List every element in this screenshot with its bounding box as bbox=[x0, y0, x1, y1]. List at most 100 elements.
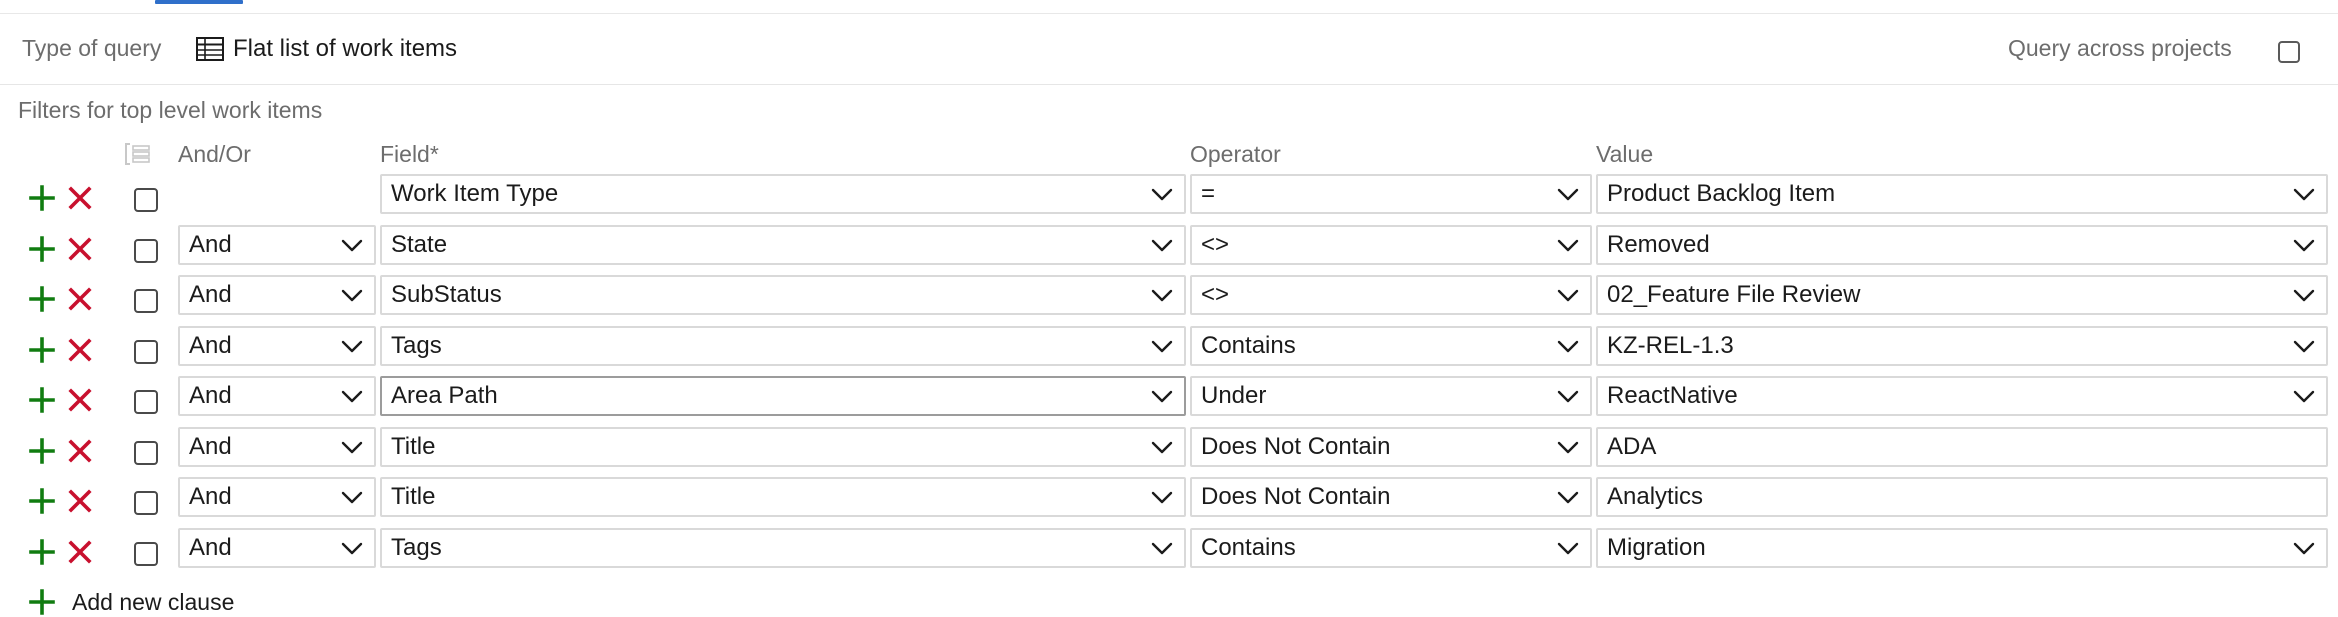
delete-clause-icon[interactable] bbox=[66, 487, 94, 515]
and-or-select[interactable]: And bbox=[178, 275, 376, 315]
value-select[interactable]: KZ-REL-1.3 bbox=[1596, 325, 2328, 366]
add-new-clause-button[interactable]: Add new clause bbox=[28, 587, 234, 617]
add-clause-icon[interactable] bbox=[28, 386, 56, 414]
operator-select[interactable]: Contains bbox=[1190, 325, 1592, 366]
field-select[interactable]: Title bbox=[380, 477, 1186, 517]
clause-row: And Tags Contains Migration bbox=[0, 527, 2338, 578]
field-value: Tags bbox=[391, 533, 442, 561]
operator-select[interactable]: Does Not Contain bbox=[1190, 426, 1592, 467]
delete-clause-icon[interactable] bbox=[66, 184, 94, 212]
clause-row: And Title Does Not Contain ADA bbox=[0, 426, 2338, 477]
and-or-value: And bbox=[189, 432, 232, 460]
operator-select[interactable]: <> bbox=[1190, 275, 1592, 315]
value-select[interactable]: 02_Feature File Review bbox=[1596, 275, 2328, 315]
clause-checkbox[interactable] bbox=[134, 541, 158, 566]
delete-clause-icon[interactable] bbox=[66, 285, 94, 313]
operator-select[interactable]: Under bbox=[1190, 376, 1592, 416]
chevron-down-icon bbox=[341, 542, 363, 554]
delete-clause-icon[interactable] bbox=[66, 235, 94, 263]
value-input[interactable]: Analytics bbox=[1596, 477, 2328, 517]
value-input[interactable]: ADA bbox=[1596, 426, 2328, 467]
field-select[interactable]: Work Item Type bbox=[380, 174, 1186, 214]
chevron-down-icon bbox=[341, 441, 363, 453]
and-or-select[interactable]: And bbox=[178, 426, 376, 467]
value-select[interactable]: Removed bbox=[1596, 224, 2328, 265]
add-clause-icon[interactable] bbox=[28, 437, 56, 465]
chevron-down-icon bbox=[2293, 239, 2315, 251]
field-select[interactable]: Tags bbox=[380, 325, 1186, 366]
operator-select[interactable]: = bbox=[1190, 174, 1592, 214]
operator-select[interactable]: Does Not Contain bbox=[1190, 477, 1592, 517]
table-grid-icon bbox=[196, 37, 224, 61]
and-or-value: And bbox=[189, 533, 232, 561]
field-value: Tags bbox=[391, 331, 442, 359]
add-clause-icon[interactable] bbox=[28, 336, 56, 364]
chevron-down-icon bbox=[1557, 289, 1579, 302]
clause-checkbox[interactable] bbox=[134, 491, 158, 515]
clause-checkbox[interactable] bbox=[134, 440, 158, 465]
query-across-projects-checkbox[interactable] bbox=[2278, 41, 2300, 63]
field-value: State bbox=[391, 230, 448, 258]
query-type-dropdown[interactable]: Flat list of work items bbox=[195, 33, 457, 65]
chevron-down-icon bbox=[2293, 542, 2315, 554]
value-select[interactable]: Product Backlog Item bbox=[1596, 174, 2328, 214]
field-select[interactable]: State bbox=[380, 224, 1186, 265]
operator-value: Under bbox=[1201, 382, 1267, 409]
field-select[interactable]: SubStatus bbox=[380, 275, 1186, 315]
add-clause-icon[interactable] bbox=[28, 285, 56, 313]
value-select[interactable]: ReactNative bbox=[1596, 376, 2328, 416]
and-or-select[interactable]: And bbox=[178, 527, 376, 568]
operator-select[interactable]: Contains bbox=[1190, 527, 1592, 568]
operator-select[interactable]: <> bbox=[1190, 224, 1592, 265]
operator-value: <> bbox=[1201, 281, 1230, 308]
clause-checkbox[interactable] bbox=[134, 238, 158, 263]
field-value: Title bbox=[391, 483, 436, 510]
clause-checkbox[interactable] bbox=[134, 289, 158, 313]
value-text: Migration bbox=[1607, 533, 1706, 561]
operator-value: Does Not Contain bbox=[1201, 432, 1391, 460]
active-tab-indicator bbox=[155, 0, 243, 4]
chevron-down-icon bbox=[2293, 188, 2315, 201]
chevron-down-icon bbox=[1151, 390, 1173, 403]
add-clause-icon[interactable] bbox=[28, 487, 56, 515]
field-select[interactable]: Title bbox=[380, 426, 1186, 467]
add-clause-icon[interactable] bbox=[28, 184, 56, 212]
operator-value: = bbox=[1201, 180, 1216, 207]
field-value: Title bbox=[391, 432, 436, 460]
delete-clause-icon[interactable] bbox=[66, 538, 94, 566]
add-clause-icon[interactable] bbox=[28, 235, 56, 263]
delete-clause-icon[interactable] bbox=[66, 336, 94, 364]
clause-checkbox[interactable] bbox=[134, 188, 158, 212]
chevron-down-icon bbox=[1557, 188, 1579, 201]
chevron-down-icon bbox=[341, 491, 363, 504]
and-or-value: And bbox=[189, 331, 232, 359]
value-column-header: Value bbox=[1596, 141, 1654, 167]
delete-clause-icon[interactable] bbox=[66, 386, 94, 414]
value-text: ADA bbox=[1607, 432, 1657, 460]
and-or-select[interactable]: And bbox=[178, 376, 376, 416]
query-type-bar: Type of query Flat list of work items Qu… bbox=[0, 14, 2338, 85]
and-or-select[interactable]: And bbox=[178, 325, 376, 366]
and-or-column-header: And/Or bbox=[178, 141, 251, 167]
chevron-down-icon bbox=[1557, 491, 1579, 504]
group-clauses-icon bbox=[125, 143, 150, 165]
clause-row: Work Item Type = Product Backlog Item bbox=[0, 174, 2338, 224]
field-select[interactable]: Area Path bbox=[380, 376, 1186, 416]
chevron-down-icon bbox=[1151, 239, 1173, 251]
value-text: KZ-REL-1.3 bbox=[1607, 331, 1734, 359]
clause-checkbox[interactable] bbox=[134, 390, 158, 414]
value-select[interactable]: Migration bbox=[1596, 527, 2328, 568]
add-clause-icon[interactable] bbox=[28, 538, 56, 566]
field-value: Work Item Type bbox=[391, 180, 559, 207]
and-or-select[interactable]: And bbox=[178, 477, 376, 517]
query-type-value: Flat list of work items bbox=[233, 35, 458, 62]
clause-row: And Tags Contains KZ-REL-1.3 bbox=[0, 325, 2338, 376]
field-select[interactable]: Tags bbox=[380, 527, 1186, 568]
clause-row: And SubStatus <> 02_Feature File Review bbox=[0, 275, 2338, 325]
delete-clause-icon[interactable] bbox=[66, 437, 94, 465]
type-of-query-label: Type of query bbox=[22, 35, 162, 61]
clause-checkbox[interactable] bbox=[134, 339, 158, 364]
chevron-down-icon bbox=[2293, 340, 2315, 352]
and-or-value: And bbox=[189, 382, 232, 409]
and-or-select[interactable]: And bbox=[178, 224, 376, 265]
